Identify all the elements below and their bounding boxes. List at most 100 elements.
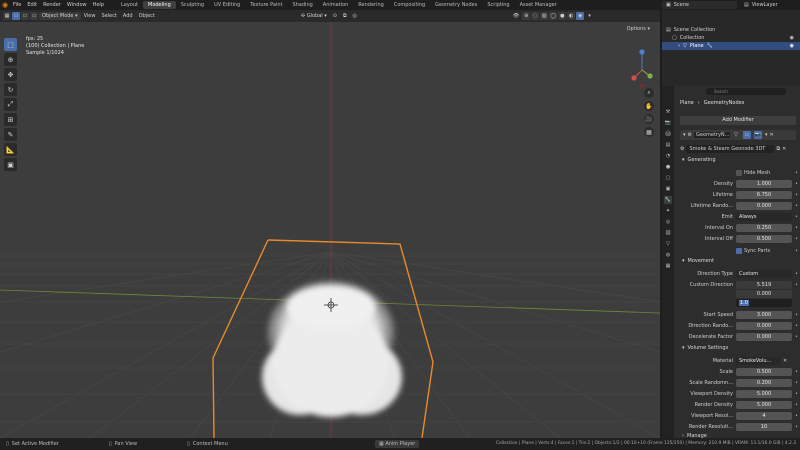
lifetime-field[interactable]: 6.750 bbox=[736, 191, 792, 199]
output-tab-icon[interactable]: 🖨 bbox=[664, 130, 672, 138]
xray-icon[interactable]: ▧ bbox=[540, 12, 549, 20]
menu-help[interactable]: Help bbox=[93, 2, 104, 8]
keyframe-dot-icon[interactable]: • bbox=[795, 380, 798, 386]
hide-mesh-checkbox[interactable] bbox=[736, 170, 742, 176]
scale-field[interactable]: 0.500 bbox=[736, 368, 792, 376]
object-tab-icon[interactable]: ▣ bbox=[664, 185, 672, 193]
view-layer-selector[interactable]: ▤ ViewLayer bbox=[740, 1, 798, 9]
select-subtract-icon[interactable]: ▭ bbox=[30, 12, 38, 20]
expand-arrow-icon[interactable]: › bbox=[678, 43, 680, 49]
keyframe-dot-icon[interactable]: • bbox=[795, 203, 798, 209]
options-dropdown[interactable]: Options ▾ bbox=[627, 26, 650, 32]
custom-direction-x-field[interactable]: 5.519 bbox=[736, 281, 792, 289]
node-group-field[interactable]: Smoke & Steam Geonode 3DT bbox=[686, 144, 775, 153]
start-speed-field[interactable]: 3.000 bbox=[736, 311, 792, 319]
outliner-row-collection[interactable]: ▢ Collection ◉ bbox=[662, 34, 800, 42]
keyframe-dot-icon[interactable]: • bbox=[795, 271, 798, 277]
visibility-eye-icon[interactable]: ◉ bbox=[790, 43, 794, 49]
custom-direction-z-field[interactable]: 1.0 bbox=[736, 299, 792, 307]
keyframe-dot-icon[interactable]: • bbox=[795, 334, 798, 340]
modifier-name-field[interactable]: GeometryN... bbox=[694, 132, 730, 138]
keyframe-dot-icon[interactable]: • bbox=[795, 282, 798, 288]
menu-edit[interactable]: Edit bbox=[27, 2, 37, 8]
keyframe-dot-icon[interactable]: • bbox=[795, 181, 798, 187]
viewport-resolution-field[interactable]: 4 bbox=[736, 412, 792, 420]
modifier-header[interactable]: ▾ ⚙ GeometryN... ▽ ▭ 📷 ▾ ✕ bbox=[680, 130, 796, 140]
tab-compositing[interactable]: Compositing bbox=[389, 1, 430, 9]
menu-window[interactable]: Window bbox=[67, 2, 87, 8]
custom-direction-y-field[interactable]: 0.000 bbox=[736, 290, 792, 298]
select-box-icon[interactable]: ▭ bbox=[12, 12, 20, 20]
zoom-icon[interactable]: ⌕ bbox=[644, 88, 654, 98]
material-unlink-icon[interactable]: ✕ bbox=[783, 358, 787, 364]
material-shading-icon[interactable]: ◐ bbox=[567, 12, 576, 20]
particles-tab-icon[interactable]: ✦ bbox=[664, 207, 672, 215]
keyframe-dot-icon[interactable]: • bbox=[795, 192, 798, 198]
select-tool-icon[interactable]: ⬚ bbox=[4, 38, 17, 51]
keyframe-dot-icon[interactable]: • bbox=[795, 402, 798, 408]
lifetime-random-field[interactable]: 0.000 bbox=[736, 202, 792, 210]
properties-search-input[interactable]: Search bbox=[706, 88, 786, 95]
anim-player-button[interactable]: ▦ Anim Player bbox=[375, 440, 420, 448]
keyframe-dot-icon[interactable]: • bbox=[795, 391, 798, 397]
add-cube-tool-icon[interactable]: ▣ bbox=[4, 158, 17, 171]
collection-tab-icon[interactable]: ▢ bbox=[664, 174, 672, 182]
render-density-field[interactable]: 5.000 bbox=[736, 401, 792, 409]
menu-add[interactable]: Add bbox=[120, 12, 136, 20]
collapse-arrow-icon[interactable]: ▾ bbox=[683, 132, 686, 138]
copy-icon[interactable]: ⧉ bbox=[776, 146, 780, 152]
ortho-toggle-icon[interactable]: ▦ bbox=[644, 127, 654, 137]
shading-options-icon[interactable]: ▾ bbox=[585, 12, 594, 20]
scale-tool-icon[interactable]: ⤢ bbox=[4, 98, 17, 111]
modifier-tab-icon[interactable]: 🔧 bbox=[664, 196, 672, 204]
visibility-eye-icon[interactable]: ◉ bbox=[790, 35, 794, 41]
proportional-edit-icon[interactable]: ◎ bbox=[350, 12, 360, 20]
unlink-icon[interactable]: ✕ bbox=[782, 146, 786, 152]
modifier-menu-icon[interactable]: ▾ bbox=[765, 132, 768, 138]
keyframe-dot-icon[interactable]: • bbox=[795, 413, 798, 419]
keyframe-dot-icon[interactable]: • bbox=[795, 236, 798, 242]
emit-dropdown[interactable]: Always bbox=[736, 213, 792, 221]
material-tab-icon[interactable]: ◍ bbox=[664, 251, 672, 259]
texture-tab-icon[interactable]: ▦ bbox=[664, 262, 672, 270]
orientation-dropdown[interactable]: ✣ Global ▾ bbox=[298, 12, 330, 20]
section-movement[interactable]: ▾ Movement bbox=[682, 258, 714, 264]
tool-tab-icon[interactable]: ⚒ bbox=[664, 108, 672, 116]
annotate-tool-icon[interactable]: ✎ bbox=[4, 128, 17, 141]
tab-geometry-nodes[interactable]: Geometry Nodes bbox=[430, 1, 482, 9]
keyframe-dot-icon[interactable]: • bbox=[795, 248, 798, 254]
transform-tool-icon[interactable]: ⊞ bbox=[4, 113, 17, 126]
tab-sculpting[interactable]: Sculpting bbox=[176, 1, 209, 9]
viewport-density-field[interactable]: 5.000 bbox=[736, 390, 792, 398]
outliner-row-scene-collection[interactable]: ▤ Scene Collection bbox=[662, 26, 800, 34]
cursor-tool-icon[interactable]: ⊕ bbox=[4, 53, 17, 66]
world-tab-icon[interactable]: ● bbox=[664, 163, 672, 171]
section-volume-settings[interactable]: ▾ Volume Settings bbox=[682, 345, 728, 351]
direction-type-dropdown[interactable]: Custom bbox=[736, 270, 792, 278]
solid-shading-icon[interactable]: ● bbox=[558, 12, 567, 20]
camera-view-icon[interactable]: 🎥 bbox=[644, 114, 654, 124]
blender-logo-icon[interactable]: ◉ bbox=[0, 0, 10, 10]
select-extend-icon[interactable]: ▭ bbox=[21, 12, 29, 20]
direction-random-field[interactable]: 0.000 bbox=[736, 322, 792, 330]
density-field[interactable]: 1.000 bbox=[736, 180, 792, 188]
scene-selector[interactable]: ▣ Scene bbox=[662, 1, 737, 9]
tab-layout[interactable]: Layout bbox=[116, 1, 143, 9]
constraints-tab-icon[interactable]: ⛓ bbox=[664, 229, 672, 237]
scale-random-field[interactable]: 0.200 bbox=[736, 379, 792, 387]
overlay-toggle-icon[interactable]: ◌ bbox=[531, 12, 540, 20]
tab-modeling[interactable]: Modeling bbox=[143, 1, 176, 9]
keyframe-dot-icon[interactable]: • bbox=[795, 424, 798, 430]
pan-hand-icon[interactable]: ✋ bbox=[644, 101, 654, 111]
snap-icon[interactable]: ⧉ bbox=[340, 12, 350, 20]
tab-scripting[interactable]: Scripting bbox=[482, 1, 514, 9]
keyframe-dot-icon[interactable]: • bbox=[795, 170, 798, 176]
tab-uv-editing[interactable]: UV Editing bbox=[209, 1, 245, 9]
tab-animation[interactable]: Animation bbox=[318, 1, 354, 9]
material-field[interactable]: SmokeVolu... bbox=[736, 357, 780, 365]
sync-parts-checkbox[interactable] bbox=[736, 248, 742, 254]
keyframe-dot-icon[interactable]: • bbox=[795, 312, 798, 318]
physics-tab-icon[interactable]: ◎ bbox=[664, 218, 672, 226]
decelerate-field[interactable]: 0.000 bbox=[736, 333, 792, 341]
view-layer-tab-icon[interactable]: ▤ bbox=[664, 141, 672, 149]
